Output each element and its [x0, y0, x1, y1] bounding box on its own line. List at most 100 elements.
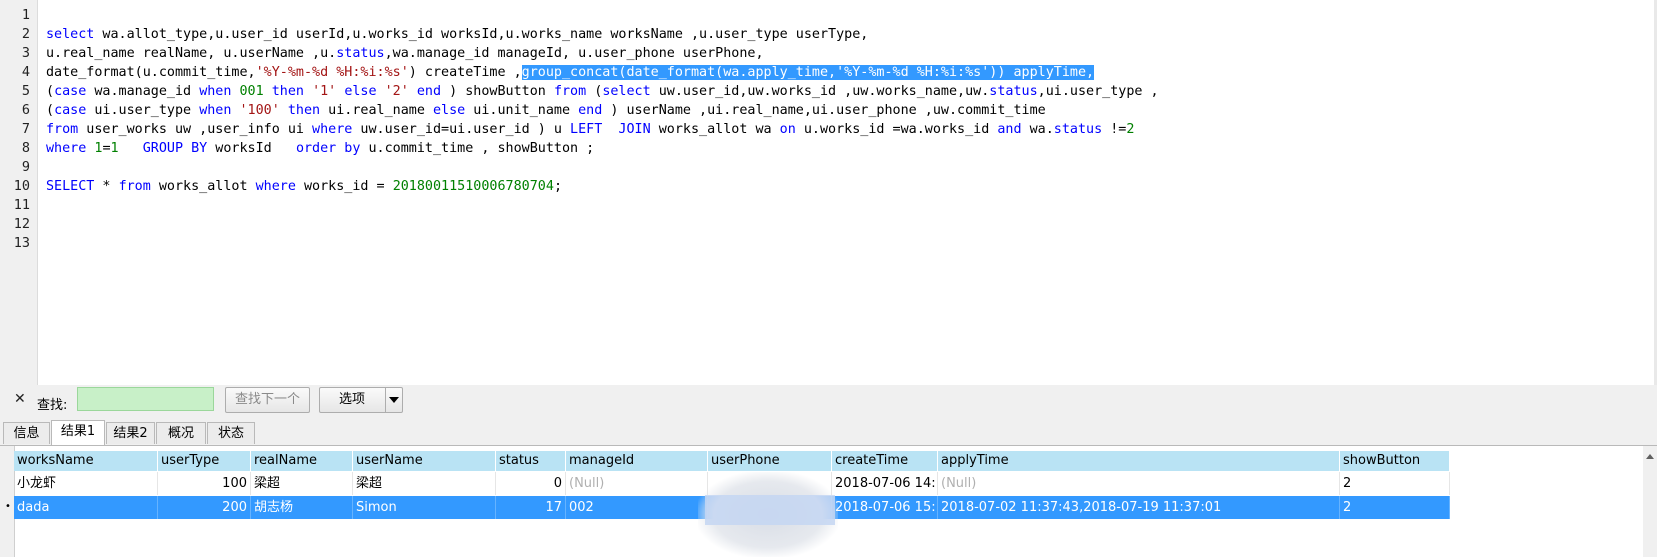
- sql-text: ) userName ,ui.real_name,ui.user_phone ,…: [602, 103, 1046, 118]
- grid-scrollbar[interactable]: [1643, 446, 1657, 557]
- column-header[interactable]: showButton: [1340, 451, 1450, 471]
- sql-text: wa.manage_id: [86, 84, 200, 99]
- code-line[interactable]: select wa.allot_type,u.user_id userId,u.…: [46, 25, 868, 44]
- sql-text: (: [46, 84, 55, 99]
- sql-keyword: from: [46, 122, 79, 137]
- sql-number: 2: [1126, 122, 1135, 137]
- sql-keyword: where: [312, 122, 353, 137]
- table-cell[interactable]: dada: [14, 496, 158, 519]
- line-number: 6: [21, 102, 30, 118]
- sql-text: u.real_name realName, u.userName ,u.: [46, 46, 337, 61]
- sql-text: wa.: [1021, 122, 1054, 137]
- sql-keyword: and: [997, 122, 1022, 137]
- sql-text: uw.user_id=ui.user_id ) u: [352, 122, 571, 137]
- table-cell[interactable]: 胡志杨: [251, 496, 353, 519]
- sql-number: 20180011510006780704: [392, 179, 554, 194]
- sql-text: u.commit_time , showButton ;: [360, 141, 595, 156]
- table-cell[interactable]: 100: [158, 472, 251, 495]
- sql-text: (: [46, 103, 55, 118]
- code-line[interactable]: date_format(u.commit_time,'%Y-%m-%d %H:%…: [46, 63, 1095, 82]
- close-icon[interactable]: ✕: [14, 391, 26, 407]
- line-number: 13: [13, 235, 30, 251]
- result-grid[interactable]: • worksName userType realName userName s…: [0, 446, 1657, 557]
- sql-keyword: from: [553, 84, 587, 99]
- sql-text: works_id =: [295, 179, 393, 194]
- sql-keyword: when: [199, 103, 232, 118]
- line-number: 1: [21, 7, 30, 23]
- line-number-gutter: 1 2 3 4 5 6 7 8 9 10 11 12 13: [0, 0, 38, 385]
- sql-text: ui.real_name: [320, 103, 433, 118]
- table-cell[interactable]: 2: [1340, 496, 1450, 519]
- table-cell[interactable]: Simon: [353, 496, 496, 519]
- line-number: 7: [21, 121, 30, 137]
- table-cell[interactable]: 2: [1340, 472, 1450, 495]
- sql-text: *: [94, 179, 119, 194]
- line-number: 9: [21, 159, 30, 175]
- sql-text: u.works_id =wa.works_id: [795, 122, 998, 137]
- column-header[interactable]: createTime: [832, 451, 938, 471]
- sql-text: works_allot wa: [650, 122, 780, 137]
- tab-info[interactable]: 信息: [3, 422, 50, 444]
- sql-keyword: on: [779, 122, 796, 137]
- current-row-marker: •: [5, 501, 11, 512]
- table-cell[interactable]: 梁超: [353, 472, 496, 495]
- code-line[interactable]: (case wa.manage_id when 001 then '1' els…: [46, 82, 1159, 101]
- line-number: 4: [21, 64, 30, 80]
- table-cell[interactable]: 梁超: [251, 472, 353, 495]
- sql-text: uw.user_id,uw.works_id ,uw.works_name,uw…: [650, 84, 990, 99]
- table-cell[interactable]: 200: [158, 496, 251, 519]
- sql-string: '100': [239, 103, 280, 118]
- column-header[interactable]: manageId: [566, 451, 708, 471]
- grid-header: worksName userType realName userName sta…: [14, 451, 1450, 471]
- sql-text: works_allot: [150, 179, 256, 194]
- column-header[interactable]: worksName: [14, 451, 158, 471]
- code-line[interactable]: SELECT * from works_allot where works_id…: [46, 177, 562, 196]
- tab-result-2[interactable]: 结果2: [106, 422, 155, 444]
- code-line[interactable]: where 1=1 GROUP BY worksId order by u.co…: [46, 139, 594, 158]
- column-header[interactable]: userType: [158, 451, 251, 471]
- chevron-down-icon[interactable]: [385, 388, 402, 412]
- table-cell[interactable]: (Null): [938, 472, 1340, 495]
- sql-keyword: case: [54, 103, 87, 118]
- sql-text: !=: [1102, 122, 1127, 137]
- sql-keyword: end: [416, 84, 442, 99]
- selected-text: group_concat(date_format(wa.apply_time,'…: [521, 65, 1095, 80]
- tab-result-1[interactable]: 结果1: [51, 420, 105, 445]
- table-cell[interactable]: 2018-07-02 11:37:43,2018-07-19 11:37:01: [938, 496, 1340, 519]
- options-dropdown[interactable]: 选项: [319, 387, 403, 413]
- sql-keyword: GROUP BY: [142, 141, 208, 156]
- code-line[interactable]: from user_works uw ,user_info ui where u…: [46, 120, 1134, 139]
- table-cell[interactable]: 2018-07-06 14:: [832, 472, 938, 495]
- column-header[interactable]: userPhone: [708, 451, 832, 471]
- table-cell[interactable]: 小龙虾: [14, 472, 158, 495]
- sql-keyword: LEFT: [570, 122, 603, 137]
- table-cell[interactable]: 0: [496, 472, 566, 495]
- code-line[interactable]: u.real_name realName, u.userName ,u.stat…: [46, 44, 764, 63]
- sql-editor[interactable]: 1 2 3 4 5 6 7 8 9 10 11 12 13 select wa.allot_type,u…: [0, 0, 1657, 385]
- sql-text: (: [586, 84, 603, 99]
- sql-keyword: where: [255, 179, 296, 194]
- table-cell[interactable]: (Null): [566, 472, 708, 495]
- find-next-button[interactable]: 查找下一个: [225, 387, 310, 413]
- sql-string: '1': [312, 84, 337, 99]
- find-input[interactable]: [77, 387, 214, 411]
- table-cell[interactable]: 17: [496, 496, 566, 519]
- column-header[interactable]: applyTime: [938, 451, 1340, 471]
- sql-keyword: then: [271, 84, 304, 99]
- table-cell[interactable]: 2018-07-06 15:: [832, 496, 938, 519]
- code-line[interactable]: (case ui.user_type when '100' then ui.re…: [46, 101, 1046, 120]
- table-cell[interactable]: 002: [566, 496, 708, 519]
- column-header[interactable]: realName: [251, 451, 353, 471]
- tab-status[interactable]: 状态: [207, 422, 255, 444]
- column-header[interactable]: status: [496, 451, 566, 471]
- sql-keyword: SELECT: [46, 179, 95, 194]
- line-number: 11: [13, 197, 30, 213]
- column-header[interactable]: userName: [353, 451, 496, 471]
- sql-text: ,wa.manage_id manageId, u.user_phone use…: [384, 46, 764, 61]
- tab-overview[interactable]: 概况: [156, 422, 206, 444]
